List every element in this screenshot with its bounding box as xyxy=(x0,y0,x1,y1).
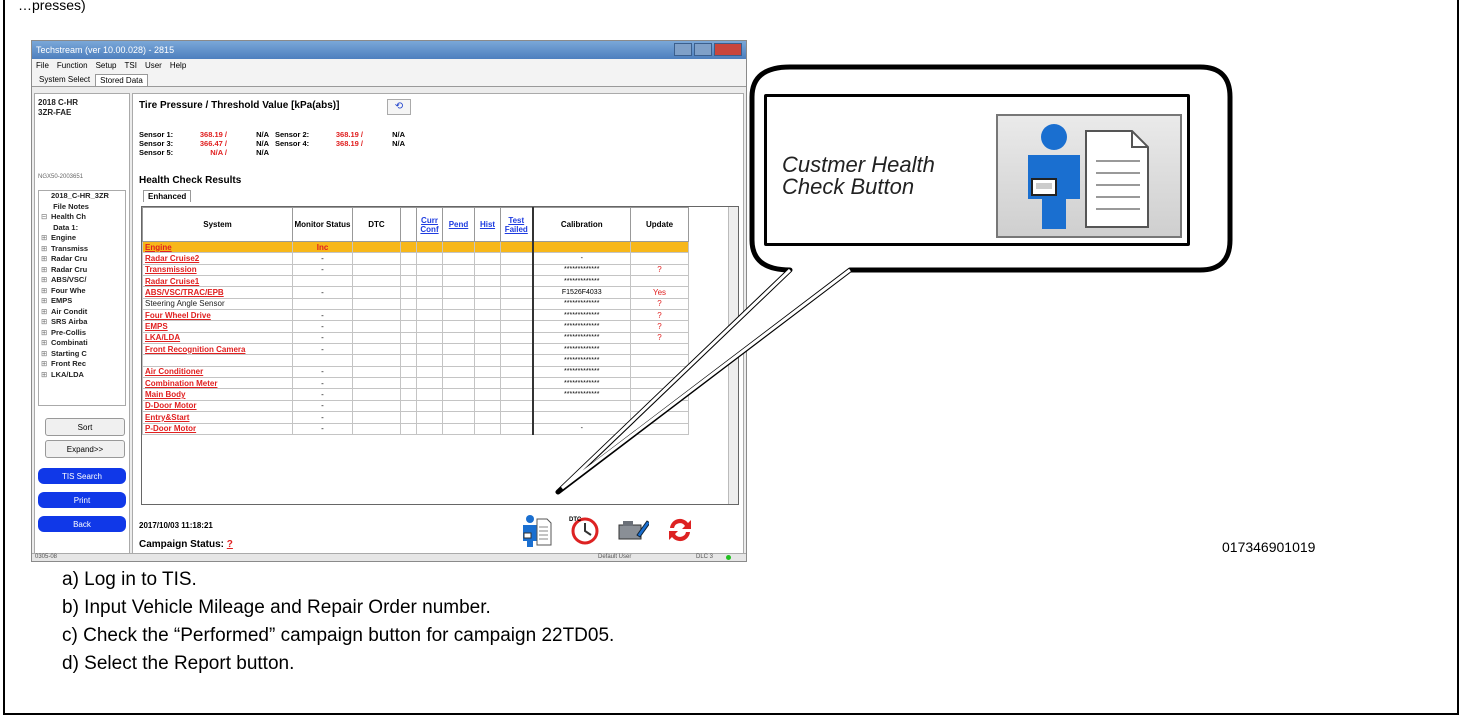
step-b: b) Input Vehicle Mileage and Repair Orde… xyxy=(62,597,491,618)
step-d: d) Select the Report button. xyxy=(62,653,295,674)
step-c: c) Check the “Performed” campaign button… xyxy=(62,625,615,646)
figure-code: 017346901019 xyxy=(1222,539,1316,555)
callout-line-2: Check Button xyxy=(782,174,915,199)
health-check-enlarged-icon xyxy=(996,114,1182,238)
callout-text: Custmer Health Check Button xyxy=(782,154,935,198)
callout-line-1: Custmer Health xyxy=(782,152,935,177)
step-a: a) Log in to TIS. xyxy=(62,569,197,590)
callout-content: Custmer Health Check Button xyxy=(764,94,1190,246)
instruction-steps: a) Log in to TIS. b) Input Vehicle Milea… xyxy=(62,566,614,678)
